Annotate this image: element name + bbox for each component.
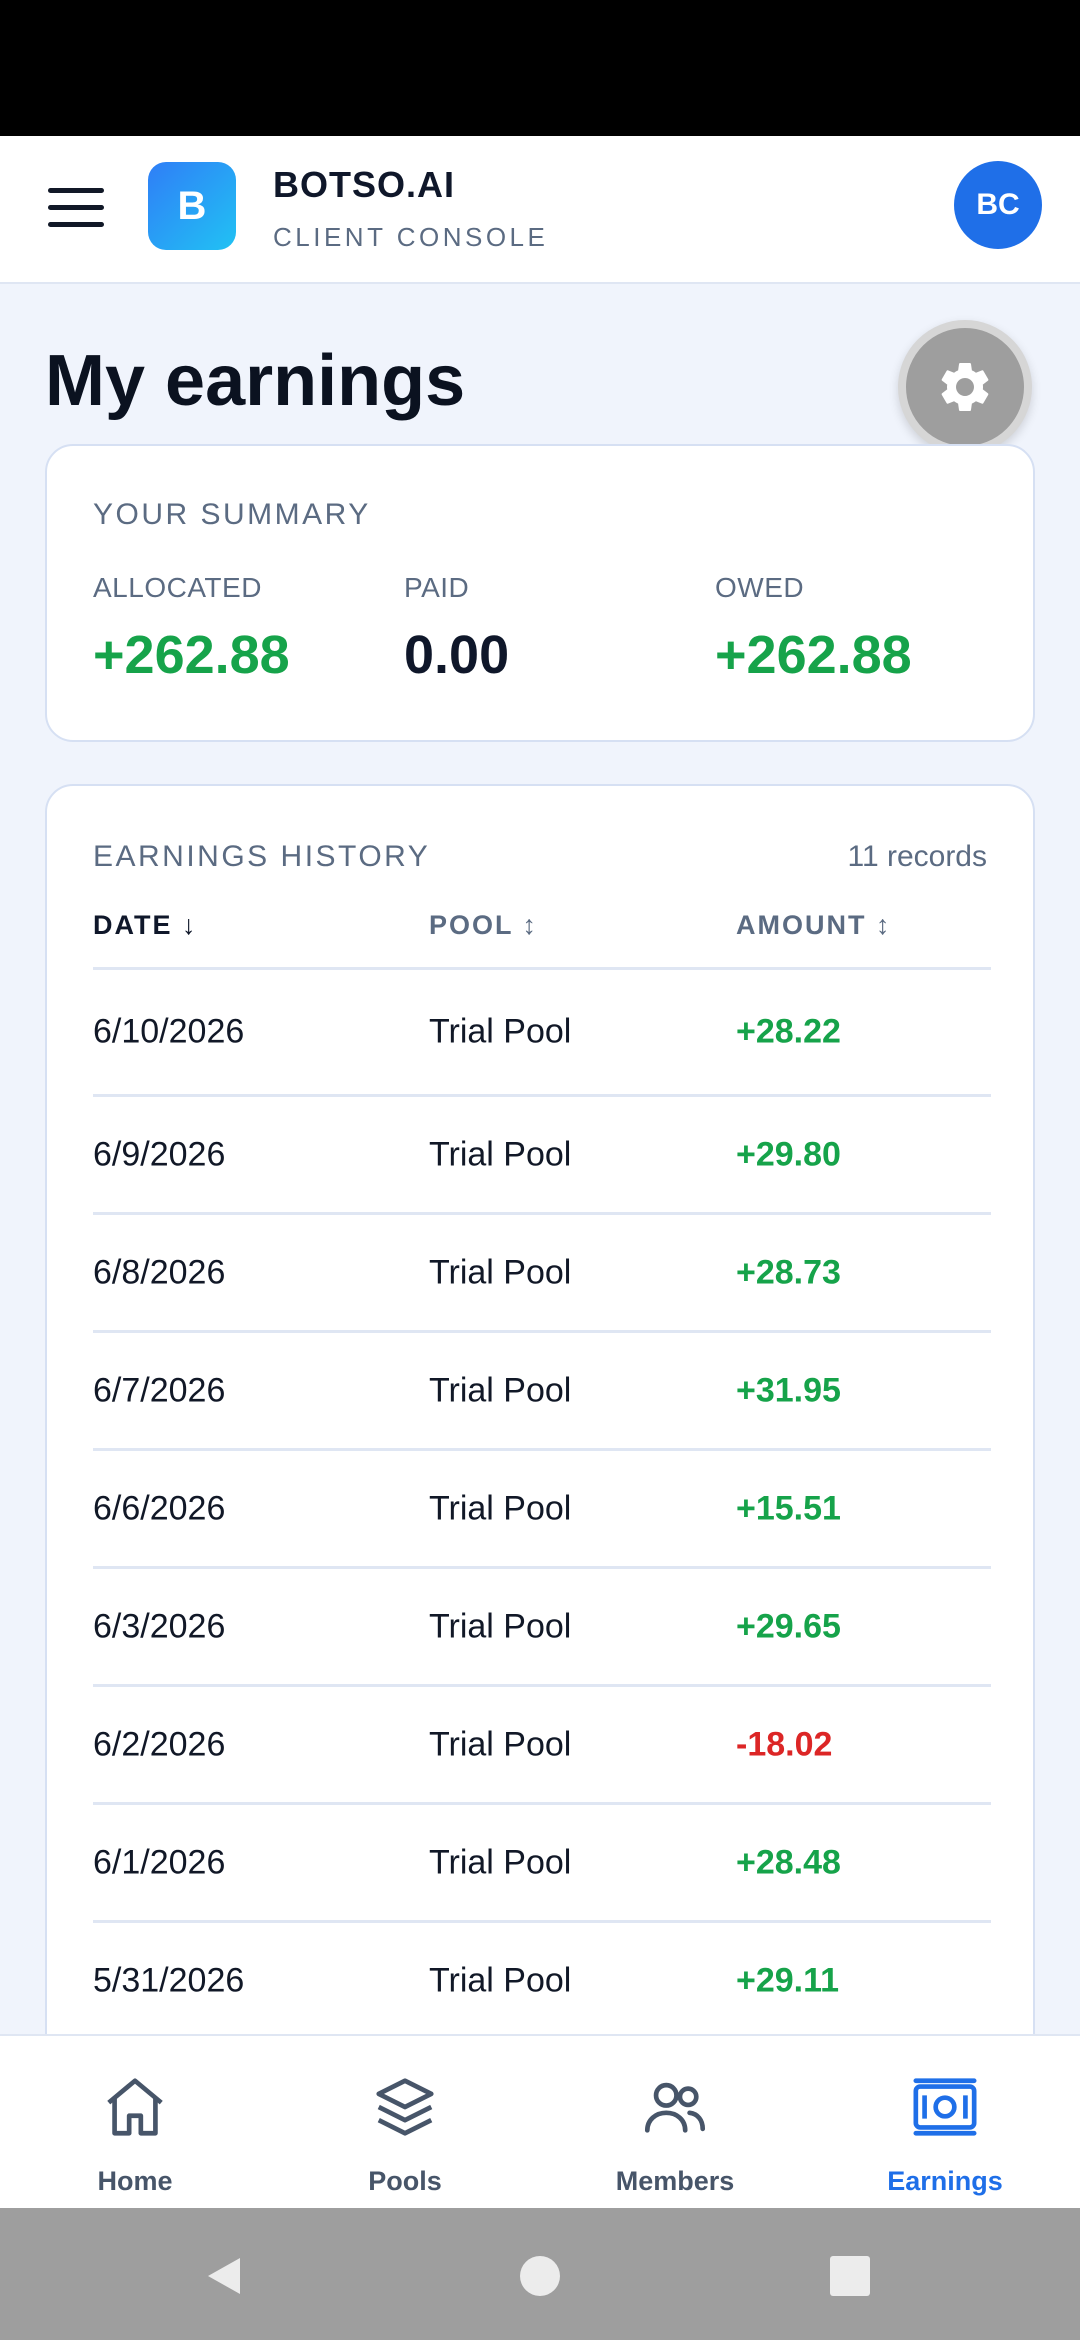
- status-bar: [0, 0, 1080, 136]
- history-label: EARNINGS HISTORY: [93, 840, 431, 873]
- row-amount: +29.80: [736, 1135, 841, 1173]
- paid-stat: PAID 0.00: [404, 572, 509, 686]
- row-amount: +28.73: [736, 1253, 841, 1291]
- row-date: 6/9/2026: [93, 1135, 226, 1173]
- nav-members-label: Members: [615, 2166, 735, 2196]
- summary-card: YOUR SUMMARY ALLOCATED +262.88 PAID 0.00…: [45, 444, 1035, 742]
- row-date: 6/8/2026: [93, 1253, 226, 1291]
- allocated-stat: ALLOCATED +262.88: [93, 572, 290, 686]
- row-date: 6/10/2026: [93, 1012, 245, 1051]
- row-date: 6/1/2026: [93, 1843, 226, 1881]
- nav-members[interactable]: Members: [540, 2036, 810, 2210]
- gear-icon: [941, 362, 989, 411]
- avatar[interactable]: BC: [954, 161, 1042, 249]
- column-date-sort[interactable]: DATE ↓: [93, 910, 198, 941]
- banknote-icon: [913, 2078, 977, 2136]
- allocated-value: +262.88: [93, 625, 290, 685]
- row-amount: +31.95: [736, 1371, 841, 1409]
- table-row[interactable]: 6/2/2026 Trial Pool -18.02: [93, 1687, 991, 1805]
- layers-icon: [376, 2078, 434, 2136]
- nav-earnings-label: Earnings: [887, 2166, 1003, 2196]
- table-body: 6/10/2026 Trial Pool +28.22 6/9/2026 Tri…: [93, 970, 991, 2041]
- allocated-label: ALLOCATED: [93, 572, 262, 603]
- row-pool: Trial Pool: [429, 1607, 572, 1645]
- column-amount-sort[interactable]: AMOUNT ↕: [736, 910, 891, 941]
- table-row[interactable]: 6/9/2026 Trial Pool +29.80: [93, 1097, 991, 1215]
- system-nav-bar: [0, 2208, 1080, 2340]
- row-date: 6/6/2026: [93, 1489, 226, 1527]
- table-row[interactable]: 6/10/2026 Trial Pool +28.22: [93, 970, 991, 1097]
- bottom-nav: Home Pools Members Earnings: [0, 2034, 1080, 2208]
- table-row[interactable]: 5/31/2026 Trial Pool +29.11: [93, 1923, 991, 2041]
- page-title: My earnings: [45, 341, 466, 421]
- home-icon: [107, 2078, 163, 2136]
- row-amount: +28.22: [736, 1012, 841, 1051]
- row-pool: Trial Pool: [429, 1371, 572, 1409]
- paid-label: PAID: [404, 572, 470, 603]
- paid-value: 0.00: [404, 625, 510, 685]
- owed-stat: OWED +262.88: [715, 572, 912, 686]
- table-row[interactable]: 6/8/2026 Trial Pool +28.73: [93, 1215, 991, 1333]
- users-icon: [644, 2082, 706, 2133]
- row-amount: +15.51: [736, 1489, 841, 1527]
- back-icon[interactable]: [200, 2252, 248, 2300]
- nav-earnings[interactable]: Earnings: [810, 2036, 1080, 2210]
- row-pool: Trial Pool: [429, 1725, 572, 1763]
- row-amount: -18.02: [736, 1725, 833, 1763]
- table-row[interactable]: 6/6/2026 Trial Pool +15.51: [93, 1451, 991, 1569]
- record-count: 11 records: [847, 840, 987, 873]
- row-date: 6/7/2026: [93, 1371, 226, 1409]
- brand-name: BOTSO.AI: [273, 164, 456, 205]
- row-amount: +28.48: [736, 1843, 841, 1881]
- row-date: 6/3/2026: [93, 1607, 226, 1645]
- nav-pools-label: Pools: [368, 2166, 442, 2196]
- recents-icon[interactable]: [828, 2254, 872, 2298]
- row-date: 5/31/2026: [93, 1961, 245, 1999]
- nav-home-label: Home: [97, 2166, 173, 2196]
- settings-button[interactable]: [898, 320, 1032, 454]
- row-date: 6/2/2026: [93, 1725, 226, 1763]
- brand-logo: B: [148, 162, 236, 250]
- row-pool: Trial Pool: [429, 1843, 572, 1881]
- nav-pools[interactable]: Pools: [270, 2036, 540, 2210]
- row-pool: Trial Pool: [429, 1961, 572, 1999]
- owed-label: OWED: [715, 572, 805, 603]
- row-pool: Trial Pool: [429, 1253, 572, 1291]
- row-pool: Trial Pool: [429, 1135, 572, 1173]
- summary-label: YOUR SUMMARY: [93, 498, 371, 531]
- earnings-history-card: EARNINGS HISTORY 11 records DATE ↓ POOL …: [45, 784, 1035, 2084]
- row-amount: +29.65: [736, 1607, 841, 1645]
- app-header: B BOTSO.AI CLIENT CONSOLE BC: [0, 136, 1080, 284]
- row-pool: Trial Pool: [429, 1489, 572, 1527]
- row-amount: +29.11: [736, 1961, 840, 1999]
- column-pool-sort[interactable]: POOL ↕: [429, 910, 538, 941]
- table-header: DATE ↓ POOL ↕ AMOUNT ↕: [93, 910, 991, 970]
- brand-subtitle: CLIENT CONSOLE: [273, 222, 549, 252]
- row-pool: Trial Pool: [429, 1012, 572, 1051]
- table-row[interactable]: 6/1/2026 Trial Pool +28.48: [93, 1805, 991, 1923]
- nav-home[interactable]: Home: [0, 2036, 270, 2210]
- home-circle-icon[interactable]: [518, 2254, 562, 2298]
- table-row[interactable]: 6/7/2026 Trial Pool +31.95: [93, 1333, 991, 1451]
- table-row[interactable]: 6/3/2026 Trial Pool +29.65: [93, 1569, 991, 1687]
- menu-icon[interactable]: [48, 186, 106, 230]
- owed-value: +262.88: [715, 625, 912, 685]
